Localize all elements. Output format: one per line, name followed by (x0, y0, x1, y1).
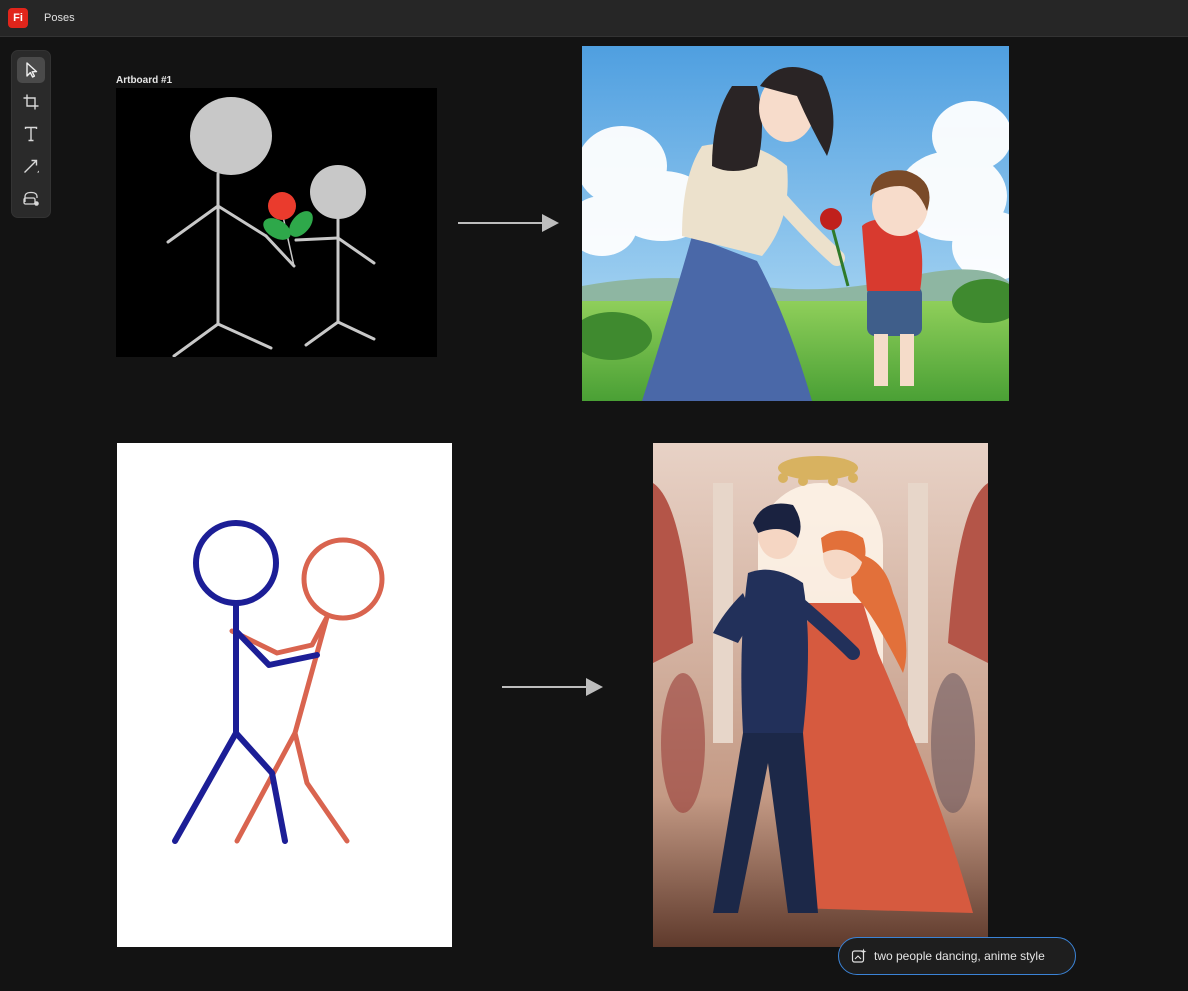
transform-arrow (502, 678, 603, 696)
select-tool-button[interactable] (17, 57, 45, 83)
generate-tool-button[interactable] (17, 185, 45, 211)
transform-arrow (458, 214, 559, 232)
text-t-icon (24, 126, 38, 142)
prompt-input[interactable]: two people dancing, anime style (838, 937, 1076, 975)
generated-image-dancing[interactable] (653, 443, 988, 947)
top-bar: Fi Poses (0, 0, 1188, 37)
sparkle-generate-icon (851, 948, 867, 963)
document-title[interactable]: Poses (44, 12, 75, 24)
app-logo[interactable]: Fi (8, 8, 28, 28)
tool-palette (11, 50, 51, 218)
crop-icon (23, 94, 39, 110)
line-tool-button[interactable] (17, 153, 45, 179)
artboard-label: Artboard #1 (116, 75, 173, 86)
generated-image-rose[interactable] (582, 46, 1009, 401)
prompt-text[interactable]: two people dancing, anime style (874, 949, 1045, 963)
image-generate-icon (23, 191, 39, 206)
text-tool-button[interactable] (17, 121, 45, 147)
diagonal-line-icon (24, 159, 39, 173)
stick-figure-pose-dancing[interactable] (117, 443, 452, 947)
pointer-arrow-icon (26, 62, 38, 78)
crop-tool-button[interactable] (17, 89, 45, 115)
stick-figure-pose-rose[interactable] (116, 88, 437, 357)
